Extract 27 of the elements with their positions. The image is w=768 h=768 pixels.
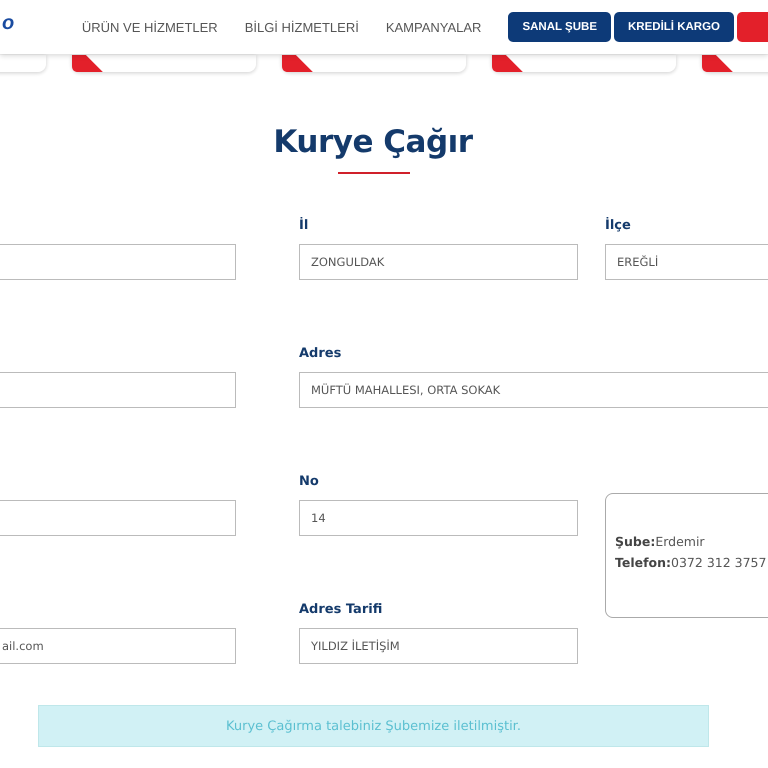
input-field[interactable]: ail.com	[0, 628, 236, 664]
branch-info-text: Telefon:0372 312 3757	[615, 555, 768, 570]
nav-link[interactable]: KAMPANYALAR	[386, 20, 482, 34]
input-field[interactable]	[0, 500, 236, 536]
input-field[interactable]	[0, 244, 236, 280]
input-field[interactable]: MÜFTÜ MAHALLESI, ORTA SOKAK	[299, 372, 768, 408]
field-label: Adres	[299, 346, 342, 363]
logo[interactable]: o	[2, 12, 14, 34]
service-card[interactable]	[72, 55, 256, 72]
success-alert: Kurye Çağırma talebiniz Şubemize iletilmiştir.	[38, 705, 709, 747]
nav-link[interactable]: BİLGİ HİZMETLERİ	[244, 20, 359, 34]
nav-link[interactable]: ÜRÜN VE HİZMETLER	[82, 20, 218, 34]
input-field[interactable]: ZONGULDAK	[299, 244, 578, 280]
page-title: Kurye Çağır	[272, 124, 474, 160]
service-card[interactable]	[492, 55, 676, 72]
service-card[interactable]	[282, 55, 466, 72]
field-label: Adres Tarifi	[299, 602, 384, 619]
input-field[interactable]: EREĞLİ	[605, 244, 768, 280]
header-button[interactable]: SANAL ŞUBE	[508, 12, 611, 42]
field-label: İl	[299, 218, 310, 235]
input-field[interactable]: 14	[299, 500, 578, 536]
field-label: No	[299, 474, 320, 491]
field-label: İlçe	[605, 218, 632, 235]
branch-info-text: Şube:Erdemir	[615, 534, 706, 549]
input-field[interactable]	[0, 372, 236, 408]
header-button[interactable]: KREDİLİ KARGO	[614, 12, 734, 42]
input-field[interactable]: YILDIZ İLETİŞİM	[299, 628, 578, 664]
